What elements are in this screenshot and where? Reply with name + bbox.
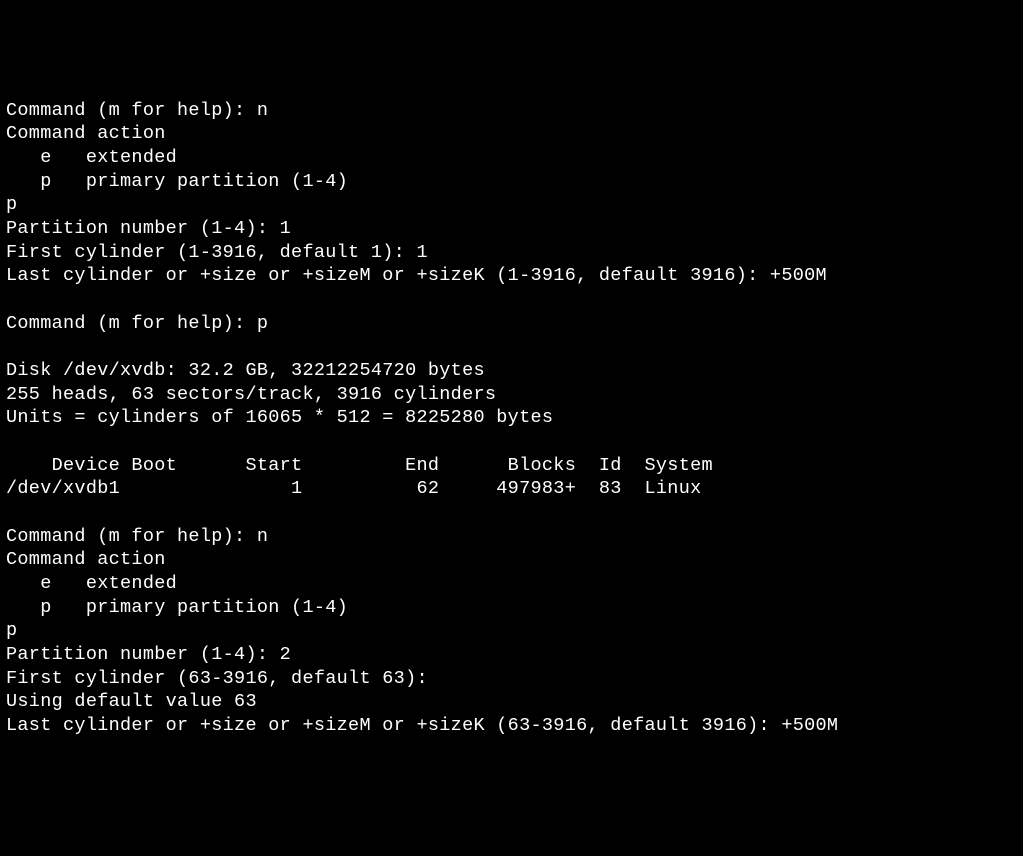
- terminal-output[interactable]: Command (m for help): n Command action e…: [6, 99, 1017, 738]
- terminal-line: p primary partition (1-4): [6, 597, 348, 618]
- terminal-line: p primary partition (1-4): [6, 171, 348, 192]
- terminal-line: Command (m for help): n: [6, 100, 268, 121]
- terminal-line: Command (m for help): p: [6, 313, 268, 334]
- terminal-line: Last cylinder or +size or +sizeM or +siz…: [6, 715, 838, 736]
- terminal-line: p: [6, 194, 17, 215]
- terminal-line: p: [6, 620, 17, 641]
- terminal-line: e extended: [6, 147, 177, 168]
- terminal-line: Last cylinder or +size or +sizeM or +siz…: [6, 265, 827, 286]
- terminal-line: /dev/xvdb1 1 62 497983+ 83 Linux: [6, 478, 702, 499]
- terminal-line: e extended: [6, 573, 177, 594]
- terminal-line: Command action: [6, 123, 166, 144]
- terminal-line: Using default value 63: [6, 691, 257, 712]
- terminal-line: Partition number (1-4): 1: [6, 218, 291, 239]
- terminal-line: First cylinder (1-3916, default 1): 1: [6, 242, 428, 263]
- terminal-line: Disk /dev/xvdb: 32.2 GB, 32212254720 byt…: [6, 360, 485, 381]
- terminal-line: Units = cylinders of 16065 * 512 = 82252…: [6, 407, 553, 428]
- terminal-line: Command (m for help): n: [6, 526, 268, 547]
- terminal-line: Partition number (1-4): 2: [6, 644, 291, 665]
- terminal-line: Device Boot Start End Blocks Id System: [6, 455, 713, 476]
- terminal-line: First cylinder (63-3916, default 63):: [6, 668, 428, 689]
- terminal-line: Command action: [6, 549, 166, 570]
- terminal-line: 255 heads, 63 sectors/track, 3916 cylind…: [6, 384, 496, 405]
